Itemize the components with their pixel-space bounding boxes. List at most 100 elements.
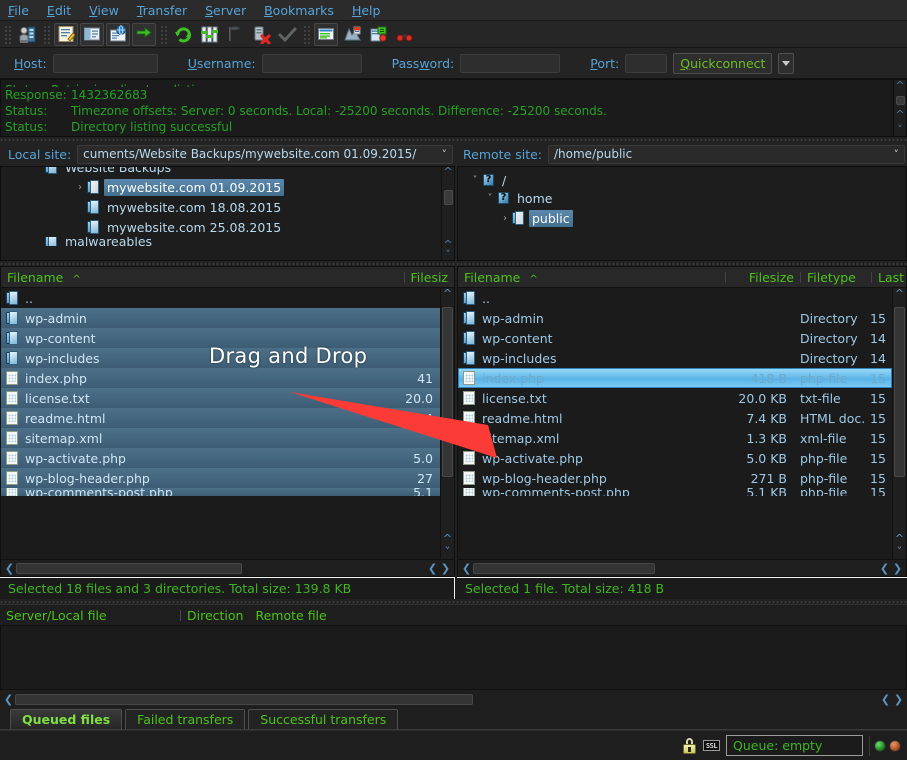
local-directory-tree[interactable]: Website Backups › mywebsite.com 01.09.20…: [0, 166, 455, 261]
table-row[interactable]: wp-comments-post.php 5.1: [1, 488, 440, 496]
scroll-up-icon[interactable]: ^: [895, 81, 904, 91]
remote-directory-tree[interactable]: ˅ ? / ˅ ? home ›: [457, 166, 907, 261]
table-row[interactable]: wp-comments-post.php 5.1 KB php-file 15: [458, 488, 892, 496]
scrollbar-track[interactable]: [442, 302, 453, 532]
scroll-up-icon[interactable]: ^: [443, 167, 452, 177]
port-input[interactable]: [625, 54, 667, 73]
scroll-left-icon[interactable]: ❮: [2, 693, 15, 706]
column-header-filetype[interactable]: Filetype: [801, 270, 871, 285]
password-input[interactable]: [460, 54, 560, 73]
local-file-list[interactable]: Filename ^ Filesiz .. wp-: [0, 266, 455, 577]
column-header-remotefile[interactable]: Remote file: [249, 608, 332, 623]
table-row[interactable]: wp-includes: [1, 348, 440, 368]
toggle-transfer-queue-icon[interactable]: [132, 23, 156, 46]
column-header-lastmodified[interactable]: Last: [872, 270, 906, 285]
scroll-down-icon[interactable]: ˅: [445, 250, 451, 260]
column-header-filesize[interactable]: Filesiz: [405, 270, 454, 285]
table-row[interactable]: wp-activate.php 5.0 KB php-file 15: [458, 448, 892, 468]
remote-file-list[interactable]: Filename ^ Filesize Filetype Last: [457, 266, 907, 577]
toggle-message-log-icon[interactable]: [54, 23, 78, 46]
table-row[interactable]: readme.html 7.4 KB HTML doc... 15: [458, 408, 892, 428]
column-divider[interactable]: [404, 272, 405, 283]
scroll-arrows[interactable]: ❮ ❯: [426, 562, 452, 575]
scroll-right-icon[interactable]: ❯: [892, 693, 905, 706]
table-row[interactable]: wp-blog-header.php 271 B php-file 15: [458, 468, 892, 488]
tree-expander[interactable]: ˅: [483, 193, 497, 204]
scroll-arrows[interactable]: ❮ ❯: [878, 562, 904, 575]
quickconnect-button[interactable]: Quickconnect: [673, 53, 772, 74]
queue-hscrollbar[interactable]: ❮ ❮ ❯: [0, 689, 907, 708]
compare-directories-icon[interactable]: [340, 23, 364, 46]
table-row[interactable]: ..: [458, 288, 892, 308]
tree-item[interactable]: ˅ ? home: [458, 188, 906, 208]
menu-server[interactable]: Server: [205, 3, 246, 18]
tree-item-selected[interactable]: › public: [458, 208, 906, 228]
quickconnect-history-dropdown[interactable]: [778, 53, 794, 74]
toggle-remote-tree-icon[interactable]: [106, 23, 130, 46]
queue-list[interactable]: [0, 626, 907, 689]
scrollbar-thumb[interactable]: [16, 563, 242, 574]
scrollbar-thumb[interactable]: [894, 307, 905, 477]
queue-status-field[interactable]: Queue: empty: [726, 735, 863, 756]
scroll-left-icon-2[interactable]: ❮: [879, 693, 892, 706]
remote-list-scrollbar[interactable]: ^ ^ ˅: [892, 288, 906, 559]
scrollbar-thumb[interactable]: [442, 307, 453, 477]
scroll-left-icon[interactable]: ❮: [460, 562, 473, 575]
scroll-left-icon-2[interactable]: ❮: [878, 562, 891, 575]
scrollbar-track[interactable]: [444, 179, 453, 238]
tree-item[interactable]: Website Backups: [1, 167, 441, 177]
reconnect-icon[interactable]: [275, 23, 299, 46]
table-row[interactable]: wp-content: [1, 328, 440, 348]
remote-path-combo[interactable]: /home/public ˅: [548, 145, 905, 164]
filter-icon[interactable]: [314, 23, 338, 46]
table-row[interactable]: ..: [1, 288, 440, 308]
tree-item[interactable]: ˅ ? /: [458, 168, 906, 188]
message-log-lines[interactable]: Status: Retrieving directory listing... …: [1, 80, 893, 136]
chevron-down-icon[interactable]: ˅: [439, 148, 451, 161]
disconnect-icon[interactable]: [249, 23, 273, 46]
menu-edit[interactable]: Edit: [47, 3, 71, 18]
site-manager-icon[interactable]: [15, 23, 39, 46]
toggle-local-tree-icon[interactable]: [80, 23, 104, 46]
scroll-up-icon[interactable]: ^: [895, 288, 904, 301]
scroll-down-icon[interactable]: ˅: [897, 125, 903, 135]
menu-bookmarks[interactable]: Bookmarks: [264, 3, 334, 18]
scroll-right-icon[interactable]: ❯: [891, 562, 904, 575]
table-row[interactable]: wp-admin: [1, 308, 440, 328]
table-row[interactable]: readme.html 7.4: [1, 408, 440, 428]
find-files-icon[interactable]: [392, 23, 416, 46]
refresh-icon[interactable]: [171, 23, 195, 46]
column-header-filename[interactable]: Filename ^: [458, 270, 725, 285]
local-hscrollbar[interactable]: ❮ ❮ ❯: [1, 559, 454, 576]
host-input[interactable]: [53, 54, 158, 73]
tree-item[interactable]: malwareables: [1, 237, 441, 246]
scrollbar-track[interactable]: [473, 563, 878, 574]
scrollbar-thumb[interactable]: [896, 96, 905, 105]
column-header-filename[interactable]: Filename ^: [1, 270, 404, 285]
column-divider[interactable]: [725, 272, 726, 283]
scrollbar-track[interactable]: [16, 563, 426, 574]
scroll-left-icon-2[interactable]: ❮: [426, 562, 439, 575]
tab-queued-files[interactable]: Queued files: [10, 709, 122, 729]
tree-item-selected[interactable]: › mywebsite.com 01.09.2015: [1, 177, 441, 197]
process-queue-icon[interactable]: [197, 23, 221, 46]
tree-expander[interactable]: ˅: [468, 175, 482, 186]
tab-successful-transfers[interactable]: Successful transfers: [248, 709, 398, 729]
menu-file[interactable]: FFileile: [8, 3, 29, 18]
scroll-up-icon[interactable]: ^: [443, 288, 452, 301]
column-header-direction[interactable]: Direction: [181, 608, 249, 623]
local-list-scrollbar[interactable]: ^ ^ ˅: [440, 288, 454, 559]
message-log-scrollbar[interactable]: ^ ^ ˅: [893, 80, 906, 136]
tree-item[interactable]: mywebsite.com 18.08.2015: [1, 197, 441, 217]
menu-view[interactable]: View: [89, 3, 119, 18]
scroll-left-icon[interactable]: ❮: [3, 562, 16, 575]
toolbar-grip[interactable]: [4, 25, 11, 44]
tree-expander[interactable]: ›: [498, 213, 512, 224]
scrollbar-thumb[interactable]: [473, 563, 655, 574]
table-row[interactable]: wp-includes Directory 14: [458, 348, 892, 368]
table-row[interactable]: index.php 41: [1, 368, 440, 388]
username-input[interactable]: [262, 54, 362, 73]
table-row[interactable]: license.txt 20.0 KB txt-file 15: [458, 388, 892, 408]
menu-transfer[interactable]: Transfer: [137, 3, 187, 18]
table-row[interactable]: wp-blog-header.php 27: [1, 468, 440, 488]
